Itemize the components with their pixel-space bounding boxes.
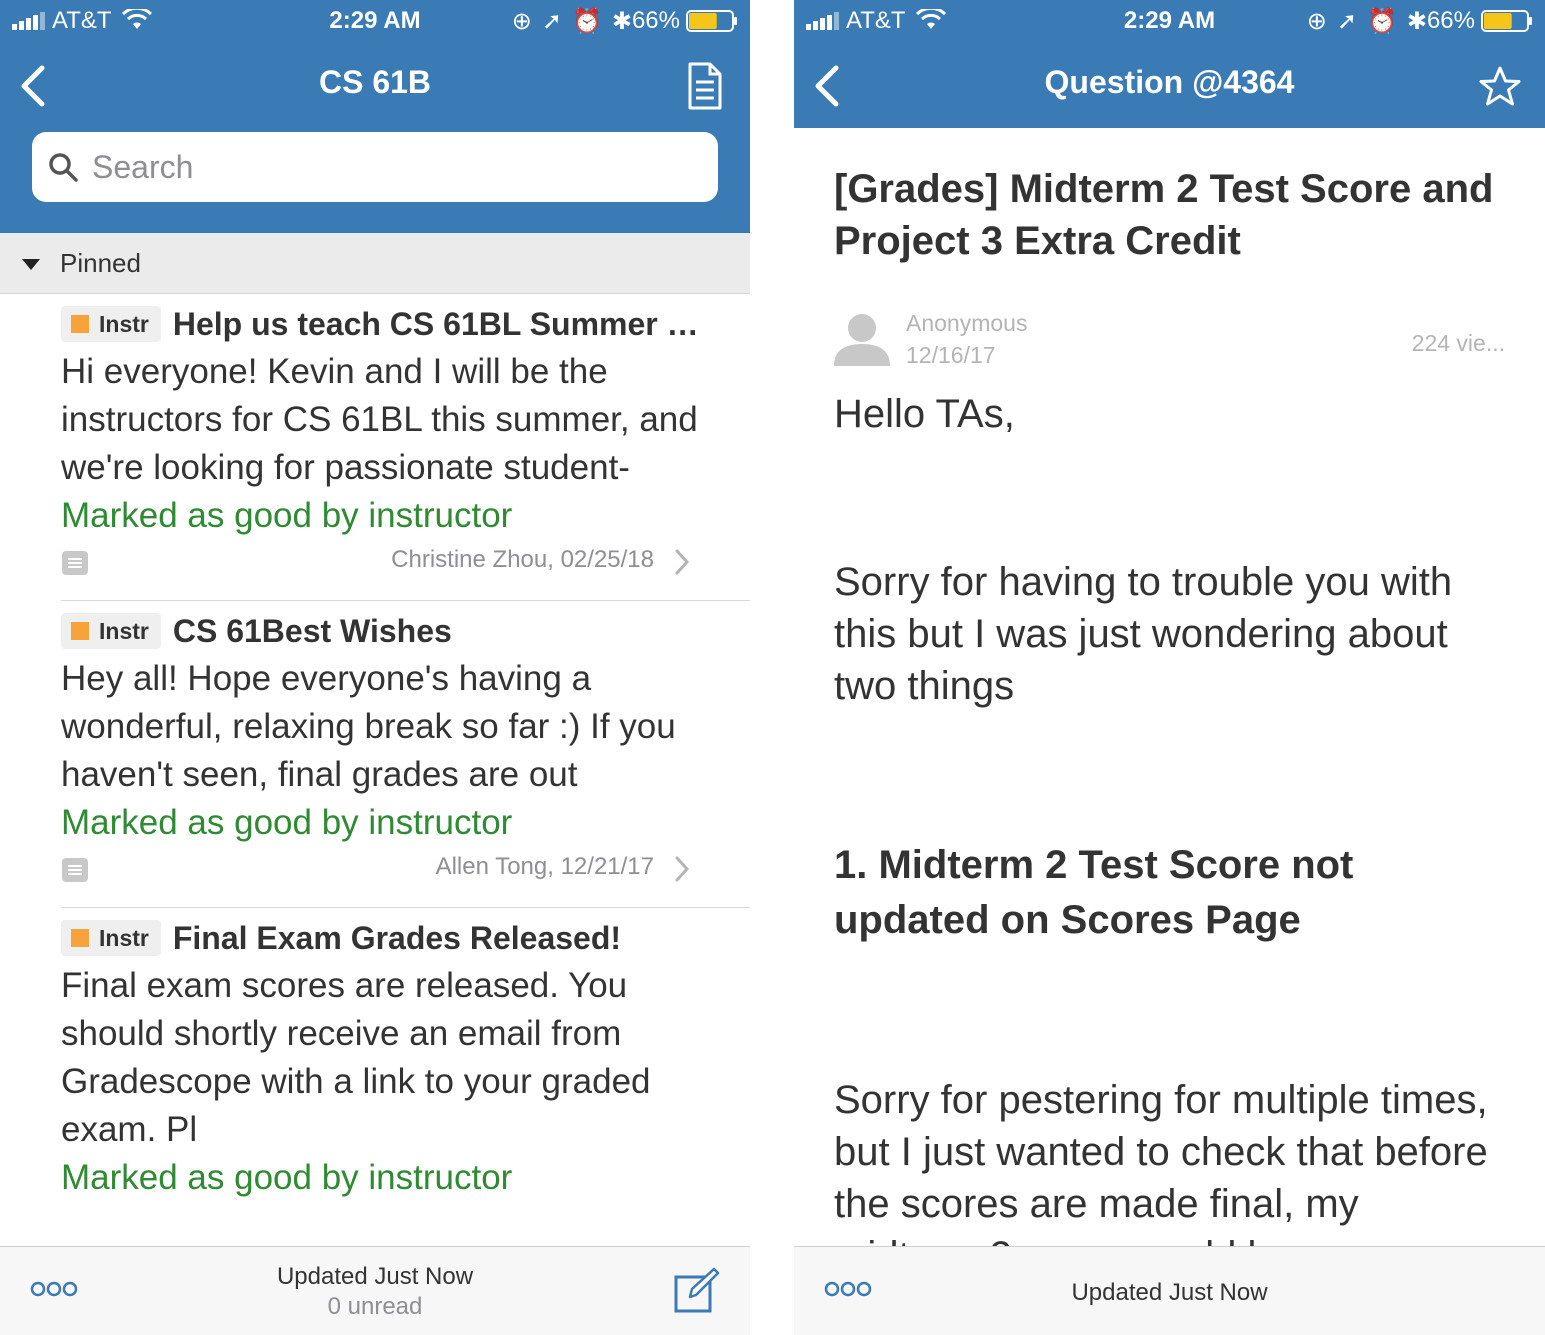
author-name: Anonymous bbox=[906, 310, 1028, 336]
tag-label: Instr bbox=[99, 924, 149, 951]
compose-button[interactable] bbox=[674, 1267, 720, 1313]
rotation-lock-icon: ⊕ bbox=[1306, 8, 1327, 35]
star-icon[interactable] bbox=[1477, 62, 1523, 110]
search-input[interactable] bbox=[90, 147, 654, 187]
location-icon: ➚ bbox=[541, 8, 562, 35]
post-snippet: Final exam scores are released. You shou… bbox=[61, 966, 651, 1149]
tag-label: Instr bbox=[99, 310, 149, 337]
chevron-right-icon bbox=[675, 549, 690, 575]
body-intro: Sorry for having to trouble you with thi… bbox=[834, 560, 1453, 708]
note-icon bbox=[62, 858, 88, 882]
marked-good-label: Marked as good by instructor bbox=[61, 1158, 513, 1197]
note-icon bbox=[62, 551, 88, 575]
location-icon: ➚ bbox=[1336, 8, 1357, 35]
alarm-icon: ⏰ bbox=[572, 8, 602, 35]
bottom-toolbar: Updated Just Now 0 unread bbox=[0, 1246, 750, 1335]
rotation-lock-icon: ⊕ bbox=[511, 8, 532, 35]
unread-count: 0 unread bbox=[327, 1293, 423, 1320]
view-count: 224 vie... bbox=[1411, 330, 1505, 356]
post-title: Final Exam Grades Released! bbox=[172, 919, 622, 956]
post-item[interactable]: Instr CS 61Best Wishes Hey all! Hope eve… bbox=[61, 607, 750, 908]
instructor-badge-icon bbox=[71, 929, 89, 947]
document-icon[interactable] bbox=[682, 62, 728, 110]
search-box[interactable] bbox=[32, 132, 718, 202]
status-bar: AT&T 2:29 AM ⊕ ➚ ⏰ ✱ 66% bbox=[0, 0, 750, 42]
search-bar-container bbox=[0, 128, 750, 233]
post-list: Instr Help us teach CS 61BL Summer 2018!… bbox=[0, 294, 750, 1246]
question-number-title: Question @4364 bbox=[1044, 64, 1295, 100]
body-greeting: Hello TAs, bbox=[834, 392, 1015, 436]
battery-percent: 66% bbox=[1426, 7, 1475, 34]
battery-percent: 66% bbox=[631, 7, 680, 34]
post-item[interactable]: Instr Help us teach CS 61BL Summer 2018!… bbox=[61, 300, 750, 601]
chevron-right-icon bbox=[675, 856, 690, 882]
post-author-date: Allen Tong, 12/21/17 bbox=[435, 853, 654, 880]
pinned-section-header[interactable]: Pinned bbox=[0, 233, 750, 294]
status-bar: AT&T 2:29 AM ⊕ ➚ ⏰ ✱ 66% bbox=[794, 0, 1545, 42]
battery-icon bbox=[1481, 10, 1532, 32]
body-paragraph: Sorry for pestering for multiple times, … bbox=[834, 1078, 1488, 1246]
bottom-toolbar: Updated Just Now bbox=[794, 1246, 1545, 1335]
post-snippet: Hi everyone! Kevin and I will be the ins… bbox=[61, 352, 698, 487]
post-snippet: Hey all! Hope everyone's having a wonder… bbox=[61, 659, 676, 794]
updated-status: Updated Just Now bbox=[276, 1263, 474, 1290]
author-info: Anonymous 12/16/17 224 vie... bbox=[834, 308, 1505, 374]
course-feed-screen: AT&T 2:29 AM ⊕ ➚ ⏰ ✱ 66% CS 61B Search P… bbox=[0, 0, 750, 1335]
marked-good-label: Marked as good by instructor bbox=[61, 803, 513, 842]
post-author-date: Christine Zhou, 02/25/18 bbox=[391, 546, 654, 573]
avatar bbox=[834, 314, 890, 366]
battery-icon bbox=[686, 10, 737, 32]
search-icon bbox=[49, 153, 78, 182]
course-title: CS 61B bbox=[318, 64, 432, 100]
updated-status: Updated Just Now bbox=[1071, 1279, 1268, 1306]
post-item[interactable]: Instr Final Exam Grades Released! Final … bbox=[61, 914, 750, 1202]
marked-good-label: Marked as good by instructor bbox=[61, 496, 513, 535]
post-date: 12/16/17 bbox=[906, 342, 996, 368]
question-body: Hello TAs, Sorry for having to trouble y… bbox=[834, 388, 1505, 1246]
body-heading: 1. Midterm 2 Test Score not updated on S… bbox=[834, 843, 1354, 942]
navigation-bar: Question @4364 bbox=[794, 42, 1545, 128]
instructor-tag: Instr bbox=[61, 613, 161, 649]
question-title: [Grades] Midterm 2 Test Score and Projec… bbox=[834, 167, 1494, 263]
question-detail-screen: AT&T 2:29 AM ⊕ ➚ ⏰ ✱ 66% Question @4364 … bbox=[794, 0, 1545, 1335]
instructor-badge-icon bbox=[71, 315, 89, 333]
post-title: CS 61Best Wishes bbox=[172, 612, 452, 649]
tag-label: Instr bbox=[99, 617, 149, 644]
navigation-bar: CS 61B bbox=[0, 42, 750, 128]
section-label: Pinned bbox=[60, 248, 141, 278]
collapse-triangle-icon bbox=[22, 259, 40, 270]
bluetooth-icon: ✱ bbox=[1406, 8, 1427, 35]
alarm-icon: ⏰ bbox=[1367, 8, 1397, 35]
bluetooth-icon: ✱ bbox=[611, 8, 632, 35]
instructor-badge-icon bbox=[71, 622, 89, 640]
instructor-tag: Instr bbox=[61, 920, 161, 956]
post-title: Help us teach CS 61BL Summer 2018! bbox=[172, 305, 708, 342]
instructor-tag: Instr bbox=[61, 306, 161, 342]
